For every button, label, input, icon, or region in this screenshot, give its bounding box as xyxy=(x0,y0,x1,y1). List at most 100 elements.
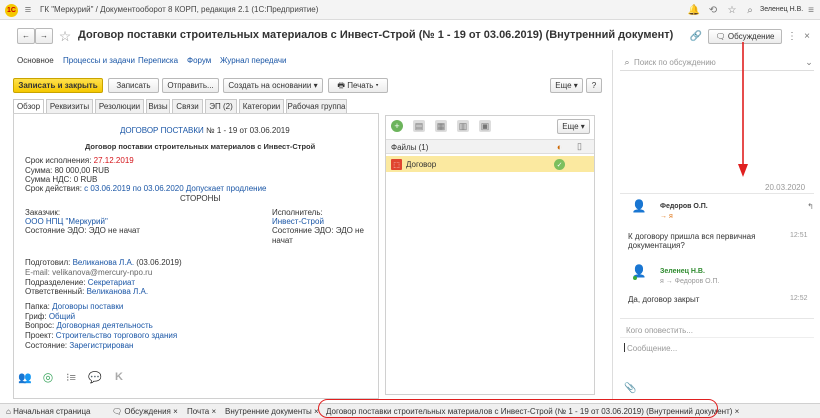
recipients-input[interactable]: Кого оповестить... xyxy=(626,326,693,335)
dept-label: Подразделение: xyxy=(25,278,88,287)
save-button[interactable]: Записать xyxy=(108,78,159,93)
executor-value[interactable]: Инвест-Строй xyxy=(272,217,324,226)
bottom-tab-discussions[interactable]: 🗨 Обсуждения × xyxy=(112,405,178,418)
state-label: Состояние: xyxy=(25,341,70,350)
favorite-star-icon[interactable]: ☆ xyxy=(58,27,72,45)
msg1-time: 12:51 xyxy=(790,232,808,239)
nav-correspondence[interactable]: Переписка xyxy=(138,56,178,65)
dept-value[interactable]: Секретариат xyxy=(88,278,135,287)
users-icon[interactable]: 👥 xyxy=(18,370,32,384)
star-icon[interactable]: ☆ xyxy=(726,3,738,17)
nav-processes[interactable]: Процессы и задачи xyxy=(63,56,135,65)
doc-type-link[interactable]: ДОГОВОР ПОСТАВКИ xyxy=(120,126,204,135)
close-icon[interactable]: × xyxy=(211,407,216,416)
deadline-label: Срок исполнения: xyxy=(25,156,94,165)
nav-forum[interactable]: Форум xyxy=(187,56,211,65)
close-icon[interactable]: × xyxy=(173,407,178,416)
tab-resolutions[interactable]: Резолюции xyxy=(95,99,144,114)
comment-icon[interactable]: 💬 xyxy=(88,370,102,384)
bottom-tab-home[interactable]: ⌂ Начальная страница xyxy=(6,405,90,418)
tab-requisites[interactable]: Реквизиты xyxy=(46,99,93,114)
message-input[interactable]: Сообщение... xyxy=(627,344,677,353)
bell-icon[interactable]: 🔔 xyxy=(688,3,700,17)
discussion-search-input[interactable]: Поиск по обсуждению xyxy=(634,58,716,67)
dropdown-arrow-icon: ▾ xyxy=(375,81,379,90)
tab-categories[interactable]: Категории xyxy=(239,99,284,114)
close-icon[interactable]: × xyxy=(735,407,740,416)
main-menu-icon[interactable]: ≡ xyxy=(22,3,34,17)
bottom-tab-mail[interactable]: Почта × xyxy=(187,405,216,418)
stack-icon[interactable]: ▣ xyxy=(479,120,491,132)
file-name[interactable]: Договор xyxy=(406,160,436,169)
files-header: Файлы (1) xyxy=(391,143,429,152)
msg2-author[interactable]: Зеленец Н.В. xyxy=(660,268,705,275)
app-logo-icon[interactable]: 1С xyxy=(5,4,18,17)
msg1-recipient: → я xyxy=(660,213,673,220)
prepared-value[interactable]: Великанова Л.А. xyxy=(73,258,135,267)
document-icon[interactable]: ▥ xyxy=(457,120,469,132)
tab-signatures[interactable]: ЭП (2) xyxy=(205,99,237,114)
tab-overview[interactable]: Обзор xyxy=(13,99,44,114)
more-button[interactable]: Еще ▾ xyxy=(550,78,583,93)
reply-icon[interactable]: ↰ xyxy=(806,201,815,211)
vat-row: Сумма НДС: 0 RUB xyxy=(25,175,97,184)
link-icon[interactable]: 🔗 xyxy=(690,29,702,43)
help-button[interactable]: ? xyxy=(586,78,602,93)
send-button[interactable]: Отправить... xyxy=(162,78,219,93)
msg1-author[interactable]: Федоров О.П. xyxy=(660,203,708,210)
folder-value[interactable]: Договоры поставки xyxy=(52,302,123,311)
chevron-down-icon[interactable]: ⌄ xyxy=(804,56,814,68)
doc-number: № 1 - 19 от 03.06.2019 xyxy=(203,126,290,135)
state-value[interactable]: Зарегистрирован xyxy=(69,341,133,350)
nav-main[interactable]: Основное xyxy=(17,56,54,65)
annotation-arrow xyxy=(738,42,748,177)
tab-workgroup[interactable]: Рабочая группа xyxy=(286,99,347,114)
customer-value[interactable]: ООО НПЦ "Меркурий" xyxy=(25,217,108,226)
home-tab-label: Начальная страница xyxy=(13,407,91,416)
scan-icon[interactable]: ▤ xyxy=(413,120,425,132)
dept-row: Подразделение: Секретариат xyxy=(25,278,135,287)
msg2-text: Да, договор закрыт xyxy=(628,295,700,304)
forward-button[interactable]: → xyxy=(35,28,53,44)
sum-row: Сумма: 80 000,00 RUB xyxy=(25,166,109,175)
close-icon[interactable]: × xyxy=(802,29,812,43)
print-button[interactable]: 🖶 Печать ▾ xyxy=(328,78,388,93)
more-vertical-icon[interactable]: ⋮ xyxy=(787,29,797,43)
signature-icon: ◐ xyxy=(556,141,563,152)
dropdown-arrow-icon: ▾ xyxy=(580,122,585,131)
title-bar: 1С ≡ ГК "Меркурий" / Документооборот 8 К… xyxy=(0,0,820,20)
files-more-button[interactable]: Еще ▾ xyxy=(557,119,590,134)
nav-log[interactable]: Журнал передачи xyxy=(220,56,287,65)
msg1-text-1: К договору пришла вся первичная xyxy=(628,232,756,241)
save-and-close-button[interactable]: Записать и закрыть xyxy=(13,78,103,93)
discussion-search-icon: ⌕ xyxy=(624,56,630,67)
k-letter-icon[interactable]: K xyxy=(112,370,126,384)
doc-heading: ДОГОВОР ПОСТАВКИ № 1 - 19 от 03.06.2019 xyxy=(120,126,290,135)
stamp-value[interactable]: Общий xyxy=(49,312,75,321)
checklist-icon[interactable]: ⁝≡ xyxy=(64,370,78,384)
deadline-row: Срок исполнения: 27.12.2019 xyxy=(25,156,134,165)
tab-visas[interactable]: Визы xyxy=(146,99,170,114)
chat-icon: 🗨 xyxy=(715,32,726,41)
back-button[interactable]: ← xyxy=(17,28,35,44)
search-icon[interactable]: ⌕ xyxy=(744,3,756,17)
paperclip-icon[interactable]: 📎 xyxy=(624,382,636,394)
vat-value: 0 RUB xyxy=(73,175,98,184)
tab-links[interactable]: Связи xyxy=(172,99,203,114)
create-based-button[interactable]: Создать на основании ▾ xyxy=(223,78,323,93)
term-value[interactable]: с 03.06.2019 по 03.06.2020 xyxy=(84,184,184,193)
bottom-tab-internal[interactable]: Внутренние документы × xyxy=(225,405,319,418)
project-value[interactable]: Строительство торгового здания xyxy=(56,331,177,340)
parties-heading: СТОРОНЫ xyxy=(180,194,221,203)
history-icon[interactable]: ⟲ xyxy=(707,3,719,17)
resp-value[interactable]: Великанова Л.А. xyxy=(87,287,149,296)
prepared-date: (03.06.2019) xyxy=(134,258,182,267)
current-user[interactable]: Зеленец Н.В. xyxy=(760,6,803,13)
target-icon[interactable]: ◎ xyxy=(41,370,55,384)
executor-edo-1: Состояние ЭДО: ЭДО не xyxy=(272,226,364,235)
annotation-ellipse xyxy=(318,399,718,418)
question-value[interactable]: Договорная деятельность xyxy=(56,321,152,330)
template-icon[interactable]: ▦ xyxy=(435,120,447,132)
window-menu-icon[interactable]: ≡ xyxy=(806,3,816,17)
add-file-icon[interactable]: + xyxy=(391,120,403,132)
